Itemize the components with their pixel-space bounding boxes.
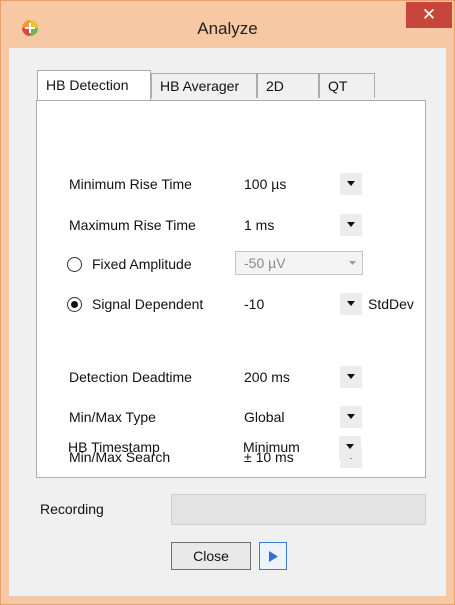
tab-label: QT (328, 78, 348, 94)
chevron-down-icon (347, 414, 355, 419)
tab-qt[interactable]: QT (319, 73, 375, 98)
recording-label: Recording (40, 501, 104, 517)
play-icon (268, 551, 278, 562)
stddev-unit-label: StdDev (368, 296, 414, 312)
hb-timestamp-dropdown[interactable] (339, 436, 361, 458)
chevron-down-icon (347, 374, 355, 379)
hb-detection-panel: Minimum Rise Time 100 µs Maximum Rise Ti… (36, 100, 426, 478)
max-rise-time-label: Maximum Rise Time (69, 217, 196, 233)
min-rise-time-label: Minimum Rise Time (69, 176, 192, 192)
tab-hb-detection[interactable]: HB Detection (37, 70, 151, 100)
tab-label: 2D (266, 78, 284, 94)
analyze-window: Analyze ✕ HB Detection HB Averager 2D QT… (0, 0, 455, 605)
tab-hb-averager[interactable]: HB Averager (151, 73, 257, 98)
hb-timestamp-value[interactable]: Minimum (243, 439, 300, 455)
chevron-down-icon (349, 261, 356, 265)
fixed-amplitude-radio[interactable] (67, 257, 82, 272)
signal-dependent-label: Signal Dependent (92, 296, 204, 312)
radio-selected-dot (71, 301, 78, 308)
minmax-type-dropdown[interactable] (340, 406, 362, 428)
recording-field[interactable] (171, 494, 426, 525)
dialog-client-area: HB Detection HB Averager 2D QT Minimum R… (9, 48, 446, 596)
play-button[interactable] (259, 542, 287, 570)
title-bar: Analyze ✕ (1, 1, 454, 48)
tab-label: HB Averager (160, 78, 240, 94)
max-rise-time-value[interactable]: 1 ms (244, 217, 274, 233)
max-rise-time-dropdown[interactable] (340, 214, 362, 236)
hb-timestamp-label: HB Timestamp (68, 439, 160, 455)
minmax-type-value[interactable]: Global (244, 409, 284, 425)
close-button[interactable]: Close (171, 542, 251, 570)
detection-deadtime-label: Detection Deadtime (69, 369, 192, 385)
tab-label: HB Detection (46, 77, 129, 93)
chevron-down-icon (346, 444, 354, 449)
min-rise-time-dropdown[interactable] (340, 173, 362, 195)
signal-dependent-dropdown[interactable] (340, 293, 362, 315)
chevron-down-icon (347, 181, 355, 186)
close-icon: ✕ (421, 5, 437, 24)
signal-dependent-radio[interactable] (67, 297, 82, 312)
fixed-amplitude-label: Fixed Amplitude (92, 256, 192, 272)
min-rise-time-value[interactable]: 100 µs (244, 176, 286, 192)
detection-deadtime-value[interactable]: 200 ms (244, 369, 290, 385)
minmax-type-label: Min/Max Type (69, 409, 156, 425)
chevron-down-icon (347, 222, 355, 227)
fixed-amplitude-value: -50 µV (244, 255, 286, 271)
chevron-down-icon (347, 301, 355, 306)
detection-deadtime-dropdown[interactable] (340, 366, 362, 388)
window-title: Analyze (197, 19, 258, 38)
signal-dependent-value[interactable]: -10 (244, 296, 264, 312)
tab-2d[interactable]: 2D (257, 73, 319, 98)
fixed-amplitude-combo: -50 µV (235, 251, 363, 275)
close-window-button[interactable]: ✕ (406, 2, 452, 28)
